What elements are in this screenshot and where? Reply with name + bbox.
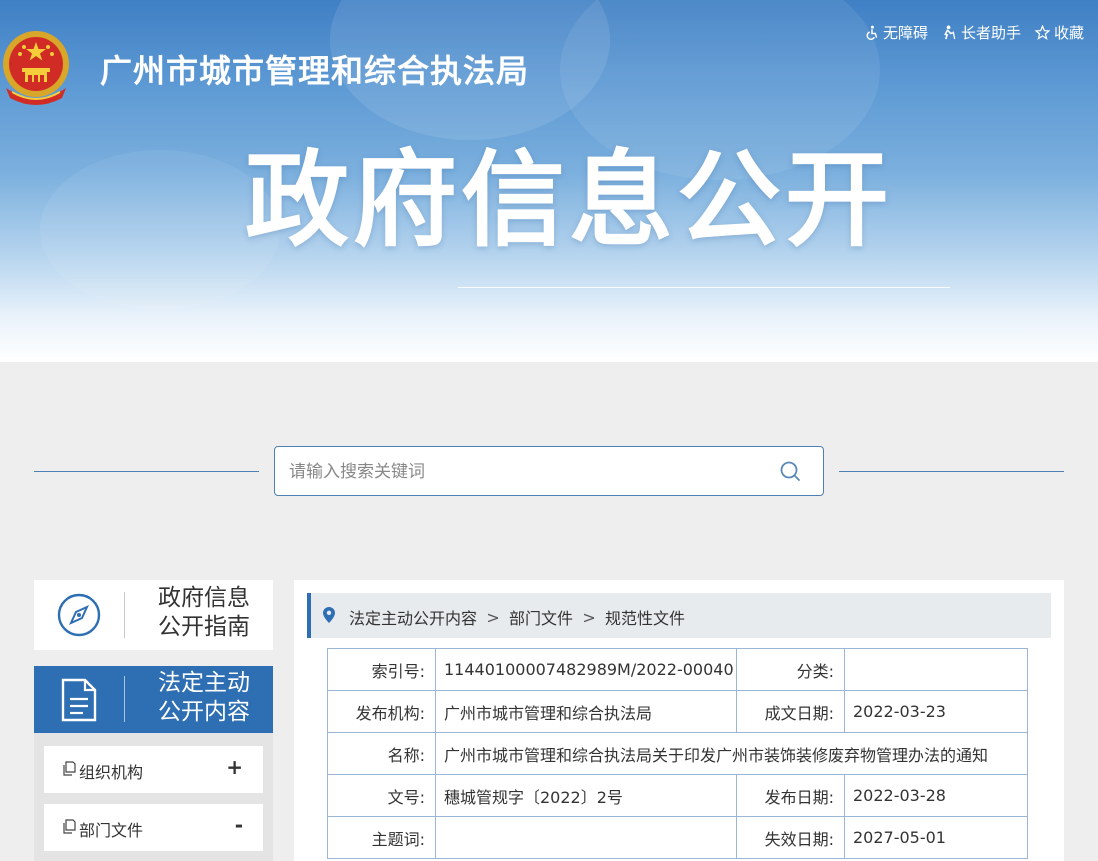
- table-row: 索引号: 11440100007482989M/2022-00040 分类:: [327, 648, 1028, 691]
- sidebar-separator: [124, 592, 125, 638]
- document-icon: [61, 678, 97, 721]
- breadcrumb-item[interactable]: 法定主动公开内容: [349, 605, 477, 629]
- search-divider-right: [839, 471, 1064, 472]
- category-value: [844, 648, 1028, 691]
- created-date-value: 2022-03-23: [844, 690, 1028, 733]
- sidebar-item-label: 组织机构: [79, 763, 144, 782]
- sidebar-item-label: 部门文件: [79, 821, 144, 840]
- breadcrumb-separator: >: [486, 607, 500, 627]
- collapse-toggle[interactable]: -: [235, 813, 243, 837]
- publish-date-label: 发布日期:: [736, 774, 845, 817]
- elder-assist-label: 长者助手: [961, 24, 1022, 42]
- sidebar-guide-label-2: 公开指南: [158, 614, 250, 640]
- subject-value: [435, 816, 737, 859]
- compass-icon: [57, 593, 101, 637]
- sidebar-separator: [124, 676, 125, 722]
- top-links: 无障碍 长者助手 收藏: [864, 22, 1084, 43]
- breadcrumb-item-current[interactable]: 规范性文件: [605, 605, 685, 629]
- doc-no-value: 穗城管规字〔2022〕2号: [435, 774, 737, 817]
- document-info-table: 索引号: 11440100007482989M/2022-00040 分类: 发…: [327, 648, 1028, 859]
- sidebar-active-section[interactable]: 法定主动 公开内容: [34, 666, 273, 733]
- created-date-label: 成文日期:: [736, 690, 845, 733]
- table-row: 发布机构: 广州市城市管理和综合执法局 成文日期: 2022-03-23: [327, 690, 1028, 733]
- search-divider-left: [34, 471, 259, 472]
- sidebar-active-label-2: 公开内容: [158, 699, 250, 725]
- publisher-value: 广州市城市管理和综合执法局: [435, 690, 737, 733]
- doc-name-label: 名称:: [327, 732, 436, 775]
- sidebar-guide[interactable]: 政府信息 公开指南: [34, 580, 273, 650]
- org-title: 广州市城市管理和综合执法局: [100, 52, 530, 90]
- doc-name-value: 广州市城市管理和综合执法局关于印发广州市装饰装修废弃物管理办法的通知: [435, 732, 1028, 775]
- publish-date-value: 2022-03-28: [844, 774, 1028, 817]
- search-input[interactable]: [289, 459, 759, 485]
- breadcrumb: 法定主动公开内容 > 部门文件 > 规范性文件: [307, 593, 1051, 638]
- search-box: [274, 446, 824, 496]
- banner-divider: [458, 287, 950, 288]
- sidebar-item-org-structure[interactable]: 组织机构 +: [44, 746, 263, 793]
- bookmark-link[interactable]: 收藏: [1035, 22, 1084, 43]
- elder-assist-icon: [944, 25, 956, 40]
- table-row: 名称: 广州市城市管理和综合执法局关于印发广州市装饰装修废弃物管理办法的通知: [327, 732, 1028, 775]
- expire-date-label: 失效日期:: [736, 816, 845, 859]
- publisher-label: 发布机构:: [327, 690, 436, 733]
- expire-date-value: 2027-05-01: [844, 816, 1028, 859]
- sidebar-active-label: 法定主动: [158, 670, 250, 696]
- subject-label: 主题词:: [327, 816, 436, 859]
- sidebar-guide-label: 政府信息: [158, 585, 250, 611]
- bookmark-label: 收藏: [1054, 24, 1085, 42]
- header-banner: 广州市城市管理和综合执法局 无障碍 长者助手 收藏 政府信息公开: [0, 0, 1098, 362]
- elder-assist-link[interactable]: 长者助手: [942, 22, 1021, 43]
- location-pin-icon: [323, 607, 335, 623]
- file-icon: [63, 761, 76, 776]
- file-icon: [63, 819, 76, 834]
- national-emblem-icon: [3, 31, 69, 105]
- breadcrumb-item[interactable]: 部门文件: [509, 605, 573, 629]
- accessibility-link[interactable]: 无障碍: [864, 22, 928, 43]
- banner-decoration: [40, 150, 280, 310]
- star-icon: [1035, 25, 1051, 40]
- accessibility-icon: [866, 25, 878, 40]
- table-row: 文号: 穗城管规字〔2022〕2号 发布日期: 2022-03-28: [327, 774, 1028, 817]
- breadcrumb-separator: >: [582, 607, 596, 627]
- category-label: 分类:: [736, 648, 845, 691]
- search-icon[interactable]: [779, 460, 801, 482]
- doc-no-label: 文号:: [327, 774, 436, 817]
- index-no-label: 索引号:: [327, 648, 436, 691]
- accessibility-label: 无障碍: [883, 24, 929, 42]
- table-row: 主题词: 失效日期: 2027-05-01: [327, 816, 1028, 859]
- banner-title: 政府信息公开: [245, 139, 894, 261]
- index-no-value: 11440100007482989M/2022-00040: [435, 648, 737, 691]
- expand-toggle[interactable]: +: [226, 755, 243, 779]
- sidebar-item-dept-docs[interactable]: 部门文件 -: [44, 804, 263, 851]
